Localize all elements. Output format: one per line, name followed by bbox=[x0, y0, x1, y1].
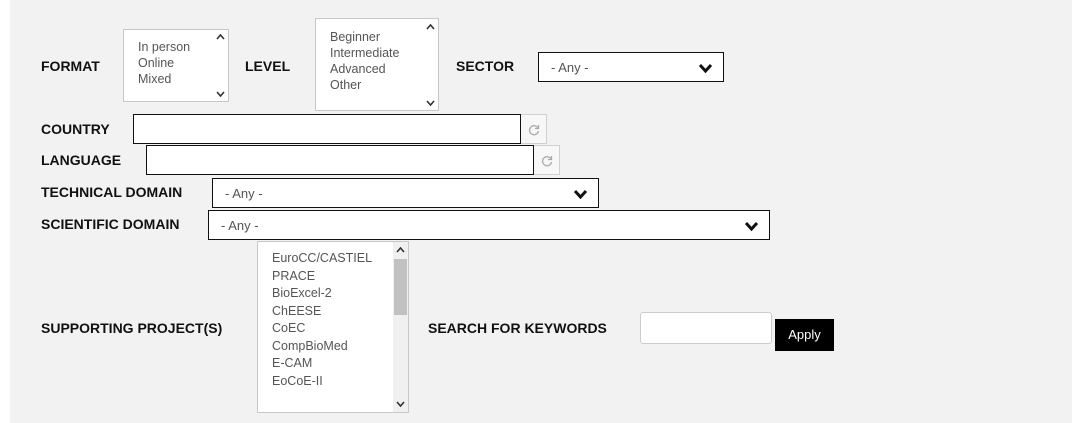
level-scrollbar[interactable] bbox=[423, 19, 438, 110]
level-option-intermediate[interactable]: Intermediate bbox=[316, 45, 438, 61]
format-listbox[interactable]: In person Online Mixed bbox=[123, 29, 229, 102]
scroll-down-arrow-icon[interactable] bbox=[395, 399, 406, 409]
technical-domain-select[interactable]: - Any - bbox=[212, 178, 599, 208]
scroll-up-arrow-icon[interactable] bbox=[215, 32, 226, 42]
level-option-advanced[interactable]: Advanced bbox=[316, 61, 438, 77]
chevron-down-icon bbox=[744, 221, 759, 232]
refresh-icon bbox=[541, 156, 553, 167]
level-option-other[interactable]: Other bbox=[316, 77, 438, 93]
apply-button[interactable]: Apply bbox=[775, 319, 834, 351]
language-label: LANGUAGE bbox=[41, 152, 122, 168]
project-option-coec[interactable]: CoEC bbox=[258, 320, 408, 338]
keywords-input[interactable] bbox=[640, 312, 772, 344]
language-refresh-button[interactable] bbox=[534, 145, 560, 175]
level-label: LEVEL bbox=[245, 58, 291, 74]
sector-label: SECTOR bbox=[456, 58, 515, 74]
scroll-up-arrow-icon[interactable] bbox=[425, 22, 436, 32]
scroll-down-arrow-icon[interactable] bbox=[425, 98, 436, 108]
scientific-domain-select-value: - Any - bbox=[221, 218, 259, 233]
chevron-down-icon bbox=[573, 189, 588, 200]
supporting-projects-label: SUPPORTING PROJECT(S) bbox=[41, 320, 223, 336]
project-option-prace[interactable]: PRACE bbox=[258, 268, 408, 286]
scientific-domain-select[interactable]: - Any - bbox=[208, 210, 770, 240]
chevron-down-icon bbox=[698, 63, 713, 74]
project-option-eurocc-castiel[interactable]: EuroCC/CASTIEL bbox=[258, 250, 408, 268]
sector-select-value: - Any - bbox=[551, 60, 589, 75]
scroll-down-arrow-icon[interactable] bbox=[215, 89, 226, 99]
country-refresh-button[interactable] bbox=[521, 114, 547, 144]
language-input[interactable] bbox=[146, 145, 534, 175]
country-label: COUNTRY bbox=[41, 121, 110, 137]
keywords-label: SEARCH FOR KEYWORDS bbox=[428, 320, 607, 336]
project-option-eocoe-ii[interactable]: EoCoE-II bbox=[258, 373, 408, 391]
project-option-cheese[interactable]: ChEESE bbox=[258, 303, 408, 321]
supporting-projects-listbox[interactable]: EuroCC/CASTIEL PRACE BioExcel-2 ChEESE C… bbox=[257, 241, 409, 413]
level-listbox[interactable]: Beginner Intermediate Advanced Other bbox=[315, 18, 439, 111]
scroll-up-arrow-icon[interactable] bbox=[395, 245, 406, 255]
refresh-icon bbox=[528, 125, 540, 136]
country-input[interactable] bbox=[133, 114, 521, 144]
sector-select[interactable]: - Any - bbox=[538, 52, 724, 82]
technical-domain-label: TECHNICAL DOMAIN bbox=[41, 184, 183, 200]
project-option-e-cam[interactable]: E-CAM bbox=[258, 355, 408, 373]
project-option-bioexcel-2[interactable]: BioExcel-2 bbox=[258, 285, 408, 303]
format-scrollbar[interactable] bbox=[213, 30, 228, 101]
level-option-beginner[interactable]: Beginner bbox=[316, 29, 438, 45]
technical-domain-select-value: - Any - bbox=[225, 186, 263, 201]
scientific-domain-label: SCIENTIFIC DOMAIN bbox=[41, 216, 180, 232]
project-option-compbiomed[interactable]: CompBioMed bbox=[258, 338, 408, 356]
format-label: FORMAT bbox=[41, 58, 100, 74]
scrollbar-thumb[interactable] bbox=[394, 259, 407, 315]
supporting-projects-scrollbar[interactable] bbox=[393, 242, 408, 412]
